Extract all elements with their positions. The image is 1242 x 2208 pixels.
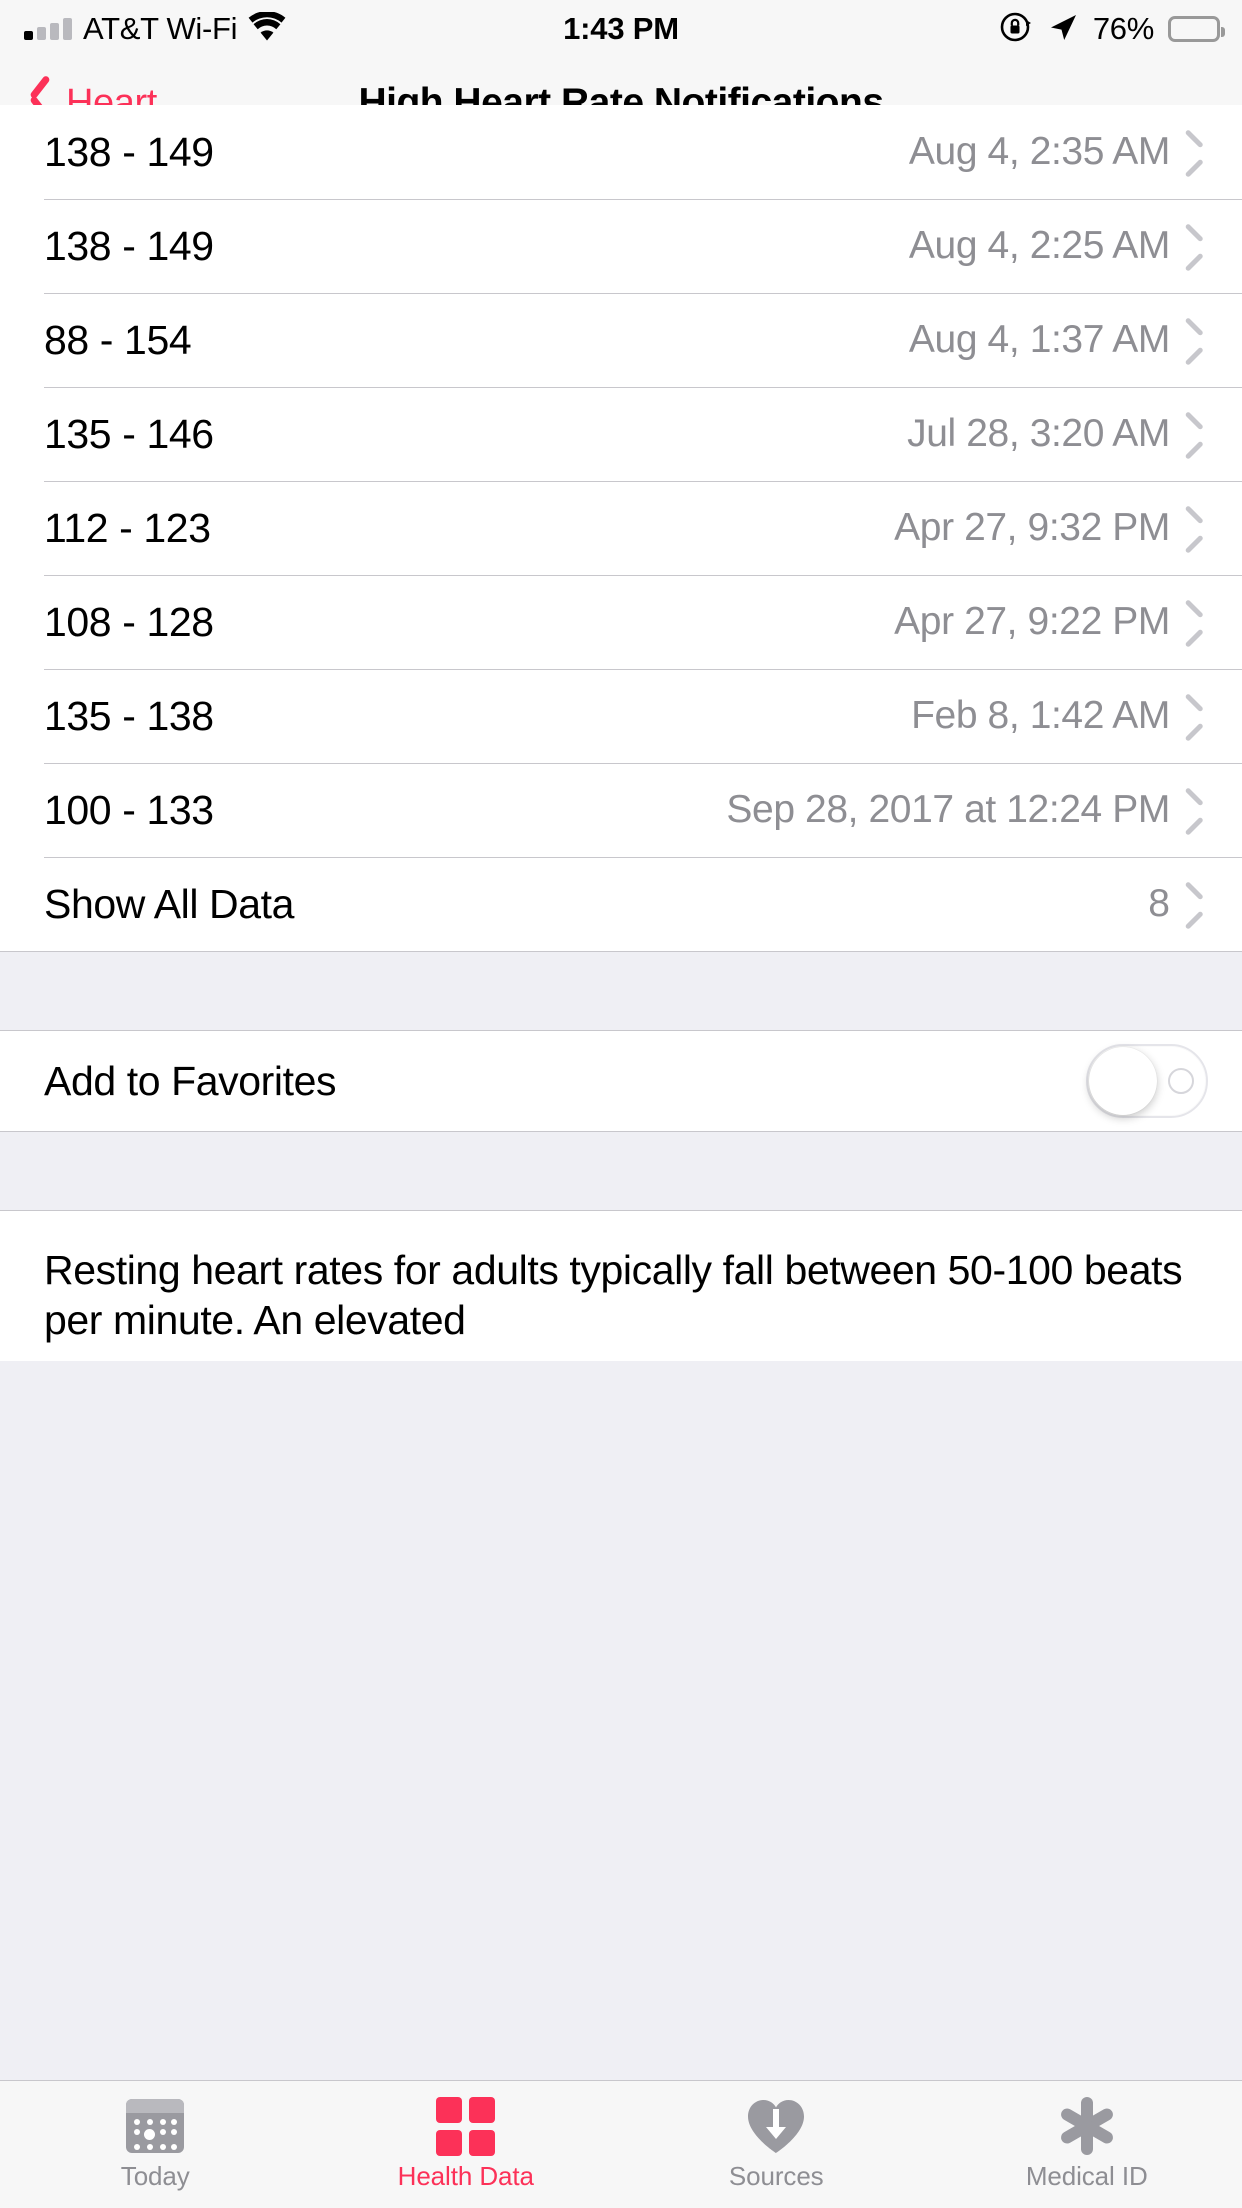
location-arrow-icon	[1047, 11, 1079, 48]
table-row[interactable]: 135 - 138 Feb 8, 1:42 AM	[0, 669, 1242, 763]
chevron-right-icon	[1192, 608, 1208, 636]
reading-timestamp: Aug 4, 1:37 AM	[908, 318, 1170, 361]
chevron-right-icon	[1192, 232, 1208, 260]
calendar-icon	[126, 2097, 185, 2155]
table-row[interactable]: 112 - 123 Apr 27, 9:32 PM	[0, 481, 1242, 575]
add-to-favorites-toggle[interactable]	[1086, 1044, 1208, 1118]
reading-range: 135 - 138	[44, 692, 214, 739]
reading-timestamp: Apr 27, 9:32 PM	[894, 506, 1170, 549]
clock-label: 1:43 PM	[563, 11, 679, 46]
tab-label: Health Data	[397, 2161, 534, 2191]
reading-range: 135 - 146	[44, 410, 214, 457]
reading-range: 112 - 123	[44, 504, 211, 551]
table-row[interactable]: 108 - 128 Apr 27, 9:22 PM	[0, 575, 1242, 669]
table-row[interactable]: 100 - 133 Sep 28, 2017 at 12:24 PM	[0, 763, 1242, 857]
squares-icon	[436, 2096, 496, 2156]
reading-range: 138 - 149	[44, 128, 214, 175]
show-all-data-label: Show All Data	[44, 880, 295, 927]
section-gap	[0, 1131, 1242, 1211]
reading-timestamp: Feb 8, 1:42 AM	[911, 694, 1170, 737]
tab-label: Sources	[728, 2161, 824, 2191]
reading-range: 100 - 133	[44, 786, 214, 833]
table-row[interactable]: 138 - 149 Aug 4, 2:25 AM	[0, 199, 1242, 293]
readings-list: 138 - 149 Aug 4, 2:35 AM 138 - 149 Aug 4…	[0, 105, 1242, 951]
reading-range: 138 - 149	[44, 222, 214, 269]
section-gap	[0, 951, 1242, 1031]
asterisk-icon	[1058, 2097, 1116, 2155]
tab-bar: Today Health Data Sources Medical ID	[0, 2080, 1242, 2208]
reading-timestamp: Aug 4, 2:25 AM	[908, 224, 1170, 267]
tab-label: Today	[120, 2161, 190, 2191]
chevron-right-icon	[1192, 326, 1208, 354]
battery-icon	[1168, 16, 1225, 42]
reading-timestamp: Apr 27, 9:22 PM	[894, 600, 1170, 643]
battery-percent-label: 76%	[1092, 11, 1154, 46]
rotation-lock-icon	[999, 10, 1033, 49]
app-screen: AT&T Wi-Fi 1:43 PM 76% High Heart Rate N…	[0, 0, 1242, 2208]
chevron-right-icon	[1192, 514, 1208, 542]
tab-label: Medical ID	[1025, 2161, 1148, 2191]
table-row[interactable]: 138 - 149 Aug 4, 2:35 AM	[0, 105, 1242, 199]
favorites-section: Add to Favorites	[0, 1031, 1242, 1131]
reading-range: 88 - 154	[44, 316, 192, 363]
table-row[interactable]: 135 - 146 Jul 28, 3:20 AM	[0, 387, 1242, 481]
tab-health-data[interactable]: Health Data	[311, 2081, 622, 2208]
table-row[interactable]: 88 - 154 Aug 4, 1:37 AM	[0, 293, 1242, 387]
reading-timestamp: Sep 28, 2017 at 12:24 PM	[726, 788, 1170, 831]
reading-timestamp: Aug 4, 2:35 AM	[908, 130, 1170, 173]
show-all-data-row[interactable]: Show All Data 8	[0, 857, 1242, 951]
chevron-right-icon	[1192, 420, 1208, 448]
tab-medical-id[interactable]: Medical ID	[932, 2081, 1242, 2208]
chevron-right-icon	[1192, 138, 1208, 166]
toggle-off-indicator-icon	[1168, 1068, 1194, 1094]
add-to-favorites-label: Add to Favorites	[44, 1057, 337, 1104]
chevron-right-icon	[1192, 890, 1208, 918]
tab-today[interactable]: Today	[0, 2081, 311, 2208]
status-bar: AT&T Wi-Fi 1:43 PM 76%	[0, 0, 1242, 58]
reading-range: 108 - 128	[44, 598, 214, 645]
add-to-favorites-row[interactable]: Add to Favorites	[0, 1031, 1242, 1131]
tab-sources[interactable]: Sources	[621, 2081, 932, 2208]
status-bar-right: 76%	[999, 10, 1225, 49]
toggle-knob	[1089, 1047, 1157, 1115]
description-text: Resting heart rates for adults typically…	[0, 1211, 1242, 1361]
chevron-right-icon	[1192, 796, 1208, 824]
reading-timestamp: Jul 28, 3:20 AM	[907, 412, 1170, 455]
heart-down-icon	[745, 2097, 807, 2155]
show-all-data-count: 8	[1148, 882, 1170, 925]
chevron-right-icon	[1192, 702, 1208, 730]
